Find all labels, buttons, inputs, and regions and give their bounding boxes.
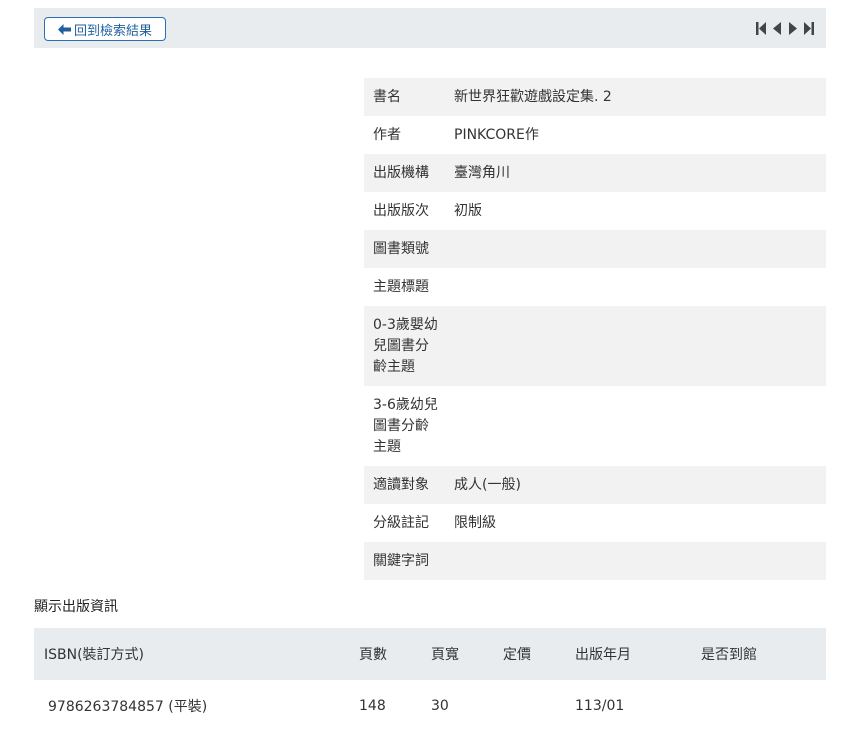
next-page-icon[interactable] [788,21,798,35]
detail-label: 0-3歲嬰幼兒圖書分齡主題 [373,317,438,375]
detail-value: 新世界狂歡遊戲設定集. 2 [454,89,612,105]
table-row: 9786263784857 (平裝) 148 30 113/01 [34,680,826,732]
cell-width: 30 [431,698,449,714]
cell-pages: 148 [359,698,386,714]
column-header-pages: 頁數 [359,628,431,680]
book-detail-table: 書名 新世界狂歡遊戲設定集. 2 作者 PINKCORE作 出版機構 臺灣角川 … [364,78,826,580]
detail-row-classification: 圖書類號 [364,230,826,268]
detail-row-age-3-6: 3-6歲幼兒圖書分齡主題 [364,386,826,466]
detail-label: 分級註記 [373,515,429,531]
prev-page-icon[interactable] [772,21,782,35]
detail-value [454,230,826,268]
detail-value: 臺灣角川 [454,165,510,181]
detail-label: 作者 [373,127,401,143]
column-header-availability: 是否到館 [701,628,826,680]
detail-label: 書名 [373,89,401,105]
detail-value [454,386,826,466]
detail-label: 出版版次 [373,203,429,219]
detail-label: 圖書類號 [373,241,429,257]
top-toolbar: 回到檢索結果 [34,8,826,48]
detail-value: 限制級 [454,515,496,531]
detail-row-audience: 適讀對象 成人(一般) [364,466,826,504]
record-pager [756,21,814,35]
detail-value [454,268,826,306]
detail-label: 3-6歲幼兒圖書分齡主題 [373,397,438,455]
column-header-isbn: ISBN(裝訂方式) [34,628,359,680]
arrow-left-icon [57,23,71,35]
detail-row-keywords: 關鍵字詞 [364,542,826,580]
detail-row-title: 書名 新世界狂歡遊戲設定集. 2 [364,78,826,116]
column-header-pub-date: 出版年月 [575,628,701,680]
detail-value [454,542,826,580]
detail-label: 適讀對象 [373,477,429,493]
detail-value: 成人(一般) [454,477,521,493]
detail-row-rating: 分級註記 限制級 [364,504,826,542]
detail-label: 出版機構 [373,165,429,181]
detail-row-age-0-3: 0-3歲嬰幼兒圖書分齡主題 [364,306,826,386]
back-to-results-button[interactable]: 回到檢索結果 [44,17,166,41]
column-header-price: 定價 [503,628,575,680]
table-header-row: ISBN(裝訂方式) 頁數 頁寬 定價 出版年月 是否到館 [34,628,826,680]
publication-info-heading: 顯示出版資訊 [34,599,118,615]
cell-availability [701,680,826,732]
publication-table: ISBN(裝訂方式) 頁數 頁寬 定價 出版年月 是否到館 9786263784… [34,628,826,732]
cell-price [503,680,575,732]
cell-isbn: 9786263784857 (平裝) [48,699,208,715]
cell-pub-date: 113/01 [575,698,625,714]
detail-row-author: 作者 PINKCORE作 [364,116,826,154]
detail-value [454,306,826,386]
detail-value: PINKCORE作 [454,127,539,143]
back-button-label: 回到檢索結果 [73,23,152,39]
detail-value: 初版 [454,203,482,219]
detail-row-publisher: 出版機構 臺灣角川 [364,154,826,192]
detail-label: 關鍵字詞 [373,553,429,569]
detail-row-edition: 出版版次 初版 [364,192,826,230]
first-page-icon[interactable] [756,21,766,35]
column-header-width: 頁寬 [431,628,503,680]
detail-label: 主題標題 [373,279,429,295]
last-page-icon[interactable] [804,21,814,35]
detail-row-subject: 主題標題 [364,268,826,306]
